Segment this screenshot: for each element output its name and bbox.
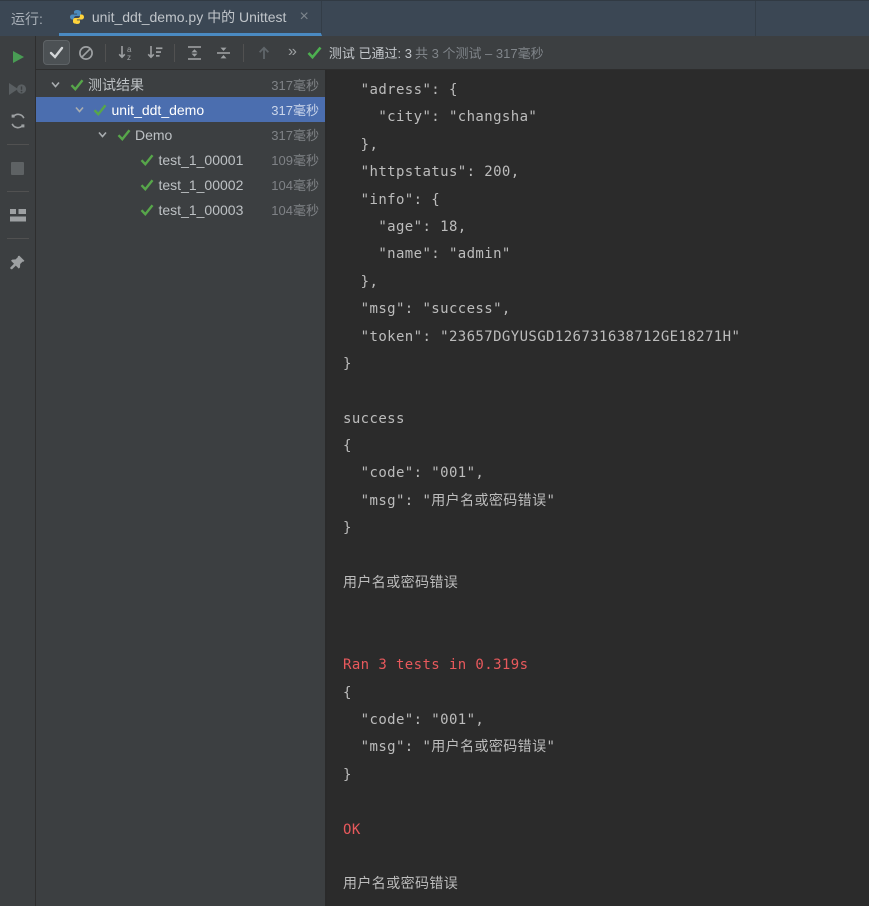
chevron-down-icon[interactable] bbox=[45, 78, 66, 91]
console-line: } bbox=[343, 355, 352, 372]
tree-row[interactable]: unit_ddt_demo 317毫秒 bbox=[36, 97, 325, 122]
svg-text:z: z bbox=[127, 53, 131, 61]
passed-check-icon bbox=[307, 46, 322, 59]
console-line: "adress": { bbox=[343, 82, 458, 98]
test-passed-check-icon bbox=[137, 203, 158, 216]
test-passed-check-icon bbox=[66, 78, 87, 91]
test-passed-check-icon bbox=[90, 103, 111, 116]
tree-row[interactable]: test_1_00002 104毫秒 bbox=[36, 172, 325, 197]
tree-row-label: test_1_00001 bbox=[158, 151, 244, 168]
sort-alphabetically-icon[interactable]: a z bbox=[112, 40, 139, 65]
rail-separator bbox=[6, 238, 29, 239]
auto-test-icon[interactable] bbox=[5, 108, 31, 134]
rerun-failed-icon bbox=[5, 76, 31, 102]
header-divider bbox=[755, 1, 756, 36]
test-status: 测试 已通过: 3共 3 个测试 – 317毫秒 bbox=[307, 43, 544, 62]
pin-icon[interactable] bbox=[5, 249, 31, 275]
test-passed-check-icon bbox=[137, 178, 158, 191]
console-line: "city": "changsha" bbox=[343, 109, 538, 126]
rerun-icon[interactable] bbox=[5, 44, 31, 70]
tree-row-label: test_1_00003 bbox=[158, 201, 244, 218]
sort-by-duration-icon[interactable] bbox=[141, 40, 168, 65]
status-passed-text: 测试 已通过: 3 bbox=[328, 46, 412, 61]
console-line: "token": "23657DGYUSGD126731638712GE1827… bbox=[343, 328, 741, 345]
console-line: "msg": "success", bbox=[343, 301, 511, 318]
tree-row-time: 317毫秒 bbox=[271, 103, 319, 118]
run-tab-unittest[interactable]: unit_ddt_demo.py 中的 Unittest × bbox=[58, 1, 322, 36]
chevron-down-icon[interactable] bbox=[92, 128, 113, 141]
run-tool-window: 运行: unit_ddt_demo.py 中的 Unittest × a z »… bbox=[0, 0, 869, 906]
console-line: }, bbox=[343, 136, 379, 153]
toolbar-separator bbox=[105, 43, 106, 62]
run-header: 运行: unit_ddt_demo.py 中的 Unittest × bbox=[0, 0, 869, 36]
console-line: "code": "001", bbox=[343, 711, 485, 728]
tree-row-label: Demo bbox=[135, 126, 173, 143]
tree-row-label: 测试结果 bbox=[88, 76, 144, 93]
console-line: 用户名或密码错误 bbox=[343, 575, 459, 592]
test-toolbar: a z » 测试 已通过: 3 共 3 个测试 – 317毫秒 bbox=[36, 36, 869, 70]
console-output[interactable]: "adress": { "city": "changsha" }, "https… bbox=[327, 70, 869, 906]
tree-row[interactable]: test_1_00003 104毫秒 bbox=[36, 197, 325, 222]
tree-row[interactable]: test_1_00001 109毫秒 bbox=[36, 147, 325, 172]
console-line: Ran 3 tests in 0.319s bbox=[343, 657, 529, 674]
show-ignored-icon[interactable] bbox=[72, 40, 99, 65]
console-line: "msg": "用户名或密码错误" bbox=[343, 492, 556, 509]
console-line: success bbox=[343, 410, 405, 427]
test-passed-check-icon bbox=[113, 128, 134, 141]
stop-icon bbox=[5, 155, 31, 181]
tree-row-time: 317毫秒 bbox=[271, 128, 319, 143]
tree-row[interactable]: 测试结果 317毫秒 bbox=[36, 72, 325, 97]
console-line: "info": { bbox=[343, 191, 441, 208]
console-line: "code": "001", bbox=[343, 465, 485, 482]
test-tree[interactable]: 测试结果 317毫秒 unit_ddt_demo 317毫秒 Demo 317毫… bbox=[36, 70, 327, 906]
close-icon[interactable]: × bbox=[299, 9, 308, 25]
chevron-down-icon[interactable] bbox=[69, 103, 90, 116]
run-tab-title: unit_ddt_demo.py 中的 Unittest bbox=[91, 9, 287, 25]
python-icon bbox=[69, 9, 85, 25]
toolbar-separator bbox=[174, 43, 175, 62]
console-line: { bbox=[343, 438, 352, 455]
console-line: } bbox=[343, 766, 352, 783]
expand-all-icon[interactable] bbox=[181, 40, 208, 65]
restore-layout-icon[interactable] bbox=[5, 202, 31, 228]
tree-row-time: 104毫秒 bbox=[271, 203, 319, 218]
overflow-chevron-icon[interactable]: » bbox=[278, 43, 305, 63]
console-line: "age": 18, bbox=[343, 218, 467, 235]
console-line: }, bbox=[343, 273, 379, 290]
previous-failed-test-icon bbox=[250, 40, 277, 65]
run-label: 运行: bbox=[11, 10, 43, 27]
test-passed-check-icon bbox=[137, 153, 158, 166]
status-total-text: 共 3 个测试 – 317毫秒 bbox=[414, 46, 544, 61]
tree-row-time: 104毫秒 bbox=[271, 178, 319, 193]
collapse-all-icon[interactable] bbox=[210, 40, 237, 65]
console-line: "httpstatus": 200, bbox=[343, 164, 520, 181]
toolbar-separator bbox=[243, 43, 244, 62]
console-line: 用户名或密码错误 bbox=[343, 876, 459, 893]
tree-row[interactable]: Demo 317毫秒 bbox=[36, 122, 325, 147]
tree-row-label: unit_ddt_demo bbox=[111, 101, 205, 118]
rail-separator bbox=[6, 144, 29, 145]
console-line: } bbox=[343, 520, 352, 537]
tree-row-time: 109毫秒 bbox=[271, 153, 319, 168]
console-line: "msg": "用户名或密码错误" bbox=[343, 739, 556, 756]
tree-row-time: 317毫秒 bbox=[271, 78, 319, 93]
tree-row-label: test_1_00002 bbox=[158, 176, 244, 193]
console-line: "name": "admin" bbox=[343, 246, 511, 263]
left-toolbar-rail bbox=[0, 36, 36, 906]
show-passed-icon[interactable] bbox=[43, 40, 70, 65]
console-line: { bbox=[343, 684, 352, 701]
rail-separator bbox=[6, 191, 29, 192]
console-line: OK bbox=[343, 821, 361, 838]
